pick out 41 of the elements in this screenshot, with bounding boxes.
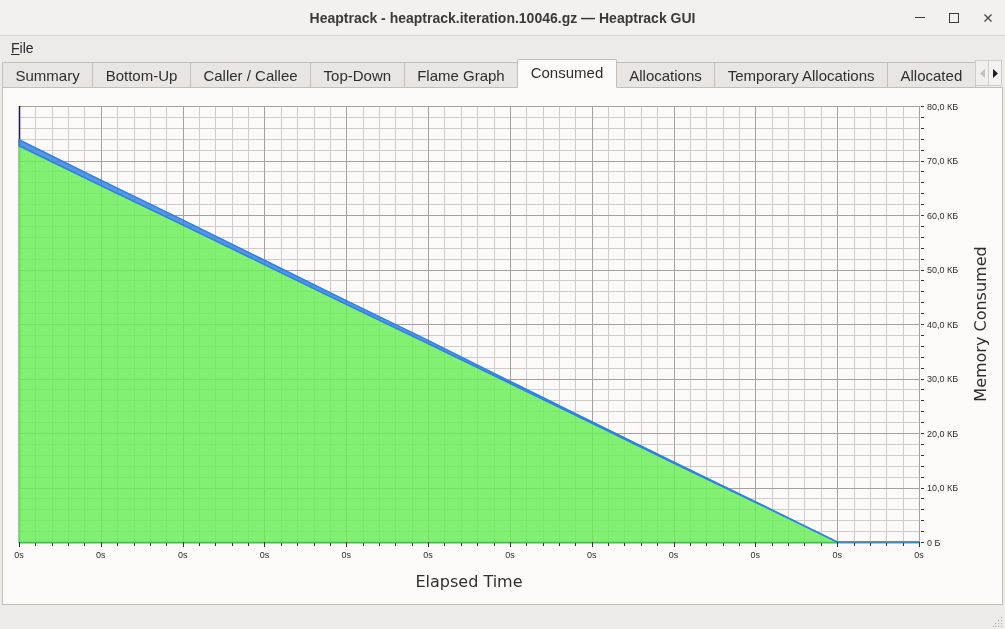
- tab[interactable]: Bottom-Up: [92, 62, 191, 88]
- y-tick-label: 30,0 КБ: [927, 374, 959, 384]
- scroll-right-button[interactable]: [988, 60, 1002, 86]
- x-tick-label: 0s: [177, 550, 188, 560]
- x-tick-label: 0s: [914, 550, 924, 560]
- y-tick-label: 50,0 КБ: [927, 265, 959, 275]
- y-tick-label: 60,0 КБ: [927, 210, 959, 221]
- x-tick-label: 0s: [341, 550, 352, 560]
- tab[interactable]: Consumed: [517, 59, 617, 88]
- x-tick-label: 0s: [586, 550, 597, 560]
- x-tick-label: 0s: [14, 550, 24, 560]
- y-tick-label: 10,0 КБ: [927, 483, 959, 493]
- y-tick-label: 0 Б: [927, 537, 941, 548]
- tab[interactable]: Top-Down: [310, 62, 405, 88]
- x-tick-label: 0s: [505, 550, 515, 560]
- tab[interactable]: Summary: [2, 62, 94, 88]
- y-tick-label: 80,0 КБ: [927, 101, 959, 112]
- y-tick-label: 40,0 КБ: [927, 319, 959, 330]
- x-tick-label: 0s: [750, 550, 761, 560]
- tab[interactable]: Allocations: [615, 62, 716, 88]
- triangle-left-icon: [979, 68, 985, 78]
- close-icon: [984, 13, 992, 22]
- tab[interactable]: Caller / Callee: [189, 62, 312, 88]
- x-tick-label: 0s: [259, 550, 270, 560]
- resize-grip-icon: [993, 617, 1003, 627]
- minimize-icon: [915, 17, 925, 18]
- x-tick-label: 0s: [832, 550, 842, 560]
- window-title: Heaptrack - heaptrack.iteration.10046.gz — Heaptrack GUI: [309, 9, 696, 26]
- x-tick-label: 0s: [96, 550, 106, 560]
- y-tick-label: 70,0 КБ: [927, 156, 959, 166]
- x-tick-label: 0s: [668, 550, 679, 560]
- maximize-icon: [949, 12, 959, 23]
- y-tick-label: 20,0 КБ: [927, 428, 959, 439]
- tab[interactable]: Allocated: [887, 62, 976, 88]
- x-axis-title: Elapsed Time: [415, 572, 523, 591]
- tab[interactable]: Flame Graph: [403, 62, 519, 88]
- x-tick-label: 0s: [423, 550, 433, 560]
- menu-item[interactable]: File: [10, 39, 35, 56]
- y-axis-title: Memory Consumed: [971, 246, 990, 402]
- triangle-right-icon: [992, 68, 998, 78]
- tab[interactable]: Temporary Allocations: [714, 62, 888, 88]
